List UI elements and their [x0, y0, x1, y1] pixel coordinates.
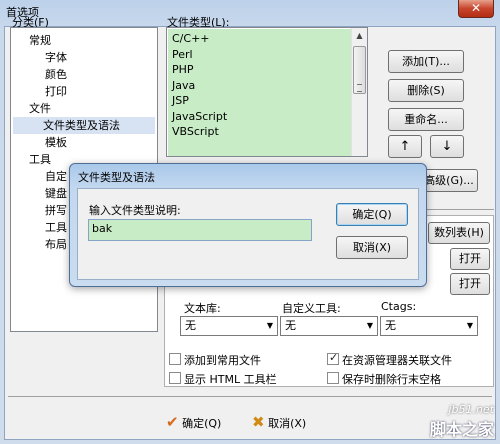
dialog-client: 输入文件类型说明: bak 确定(Q) 取消(X) — [77, 188, 419, 280]
tree-item-custom[interactable]: 自定 — [43, 168, 69, 185]
library-label: 文本库: — [184, 302, 221, 315]
list-item[interactable]: JavaScript — [172, 109, 227, 125]
ok-button-label: 确定(Q) — [182, 417, 222, 430]
open-button-1[interactable]: 打开 — [450, 248, 490, 270]
tree-item-spell[interactable]: 拼写 — [43, 202, 69, 219]
tree-item-file[interactable]: 文件 — [27, 100, 53, 117]
list-item[interactable]: C/C++ — [172, 31, 210, 47]
ctags-select[interactable]: 无 ▼ — [380, 316, 478, 336]
list-item[interactable]: PHP — [172, 62, 194, 78]
custom-tool-label: 自定义工具: — [282, 302, 341, 315]
assoc-explorer-label: 在资源管理器关联文件 — [342, 354, 452, 367]
assoc-explorer-checkbox[interactable] — [327, 351, 339, 365]
title-bar: 首选项 ✕ — [0, 0, 500, 22]
checkmark-icon: ✔ — [166, 413, 179, 431]
add-common-checkbox[interactable] — [169, 353, 181, 365]
ctags-select-value: 无 — [385, 319, 396, 332]
watermark-site: jb51.net — [448, 403, 494, 416]
custom-tool-select-value: 无 — [285, 319, 296, 332]
dialog-prompt: 输入文件类型说明: — [89, 204, 181, 217]
file-type-list-body: C/C++ Perl PHP Java JSP JavaScript VBScr… — [168, 29, 352, 156]
filetype-dialog: 文件类型及语法 输入文件类型说明: bak 确定(Q) 取消(X) — [69, 163, 427, 287]
library-select-value: 无 — [185, 319, 196, 332]
move-up-button[interactable]: ↑ — [388, 135, 422, 158]
tree-item-layout[interactable]: 布局 — [43, 236, 69, 253]
cross-icon: ✖ — [252, 413, 265, 431]
file-type-list[interactable]: C/C++ Perl PHP Java JSP JavaScript VBScr… — [166, 27, 368, 157]
tree-item-template[interactable]: 模板 — [43, 134, 69, 151]
dialog-title: 文件类型及语法 — [78, 171, 155, 184]
list-item[interactable]: JSP — [172, 93, 189, 109]
tree-item-filetype-syntax[interactable]: 文件类型及语法 — [13, 117, 155, 134]
tree-item-font[interactable]: 字体 — [43, 49, 69, 66]
list-item[interactable]: Java — [172, 78, 195, 94]
close-button[interactable]: ✕ — [458, 0, 494, 18]
delete-button[interactable]: 删除(S) — [388, 79, 464, 102]
library-select[interactable]: 无 ▼ — [180, 316, 278, 336]
function-list-button[interactable]: 数列表(H) — [428, 222, 490, 244]
trim-spaces-checkbox[interactable] — [327, 372, 339, 384]
add-button[interactable]: 添加(T)... — [388, 50, 464, 73]
list-item[interactable]: VBScript — [172, 124, 219, 140]
footer-divider — [8, 396, 492, 397]
ctags-label: Ctags: — [381, 300, 417, 313]
open-button-2[interactable]: 打开 — [450, 273, 490, 295]
show-html-toolbar-label: 显示 HTML 工具栏 — [184, 373, 277, 386]
tree-item-toolbar[interactable]: 工具 — [43, 219, 69, 236]
cancel-button-label: 取消(X) — [268, 417, 307, 430]
dropdown-arrow-icon: ▼ — [366, 321, 373, 330]
rename-button[interactable]: 重命名... — [388, 108, 464, 131]
dropdown-arrow-icon: ▼ — [266, 321, 273, 330]
ok-button[interactable]: ✔ 确定(Q) — [166, 410, 221, 434]
dialog-cancel-button[interactable]: 取消(X) — [336, 236, 408, 259]
custom-tool-select[interactable]: 无 ▼ — [280, 316, 378, 336]
file-type-scrollbar[interactable]: ▲ — [351, 28, 367, 156]
move-down-button[interactable]: ↓ — [430, 135, 464, 158]
tree-item-color[interactable]: 颜色 — [43, 66, 69, 83]
watermark: jb51.net 脚本之家 — [430, 403, 494, 440]
tree-item-keyboard[interactable]: 键盘 — [43, 185, 69, 202]
tree-item-tools[interactable]: 工具 — [27, 151, 53, 168]
list-item[interactable]: Perl — [172, 47, 193, 63]
trim-spaces-label: 保存时删除行末空格 — [342, 373, 441, 386]
tree-item-print[interactable]: 打印 — [43, 83, 69, 100]
scroll-up-icon[interactable]: ▲ — [352, 28, 367, 44]
show-html-toolbar-checkbox[interactable] — [169, 372, 181, 384]
tree-item-general[interactable]: 常规 — [27, 32, 53, 49]
cancel-button[interactable]: ✖ 取消(X) — [252, 410, 306, 434]
advanced-button[interactable]: 高级(G)... — [420, 169, 478, 192]
filetype-description-input[interactable]: bak — [88, 219, 312, 241]
scroll-grip-icon — [357, 84, 362, 92]
dropdown-arrow-icon: ▼ — [466, 321, 473, 330]
add-common-label: 添加到常用文件 — [184, 354, 261, 367]
watermark-brand: 脚本之家 — [429, 420, 494, 439]
dialog-ok-button[interactable]: 确定(Q) — [336, 203, 408, 226]
